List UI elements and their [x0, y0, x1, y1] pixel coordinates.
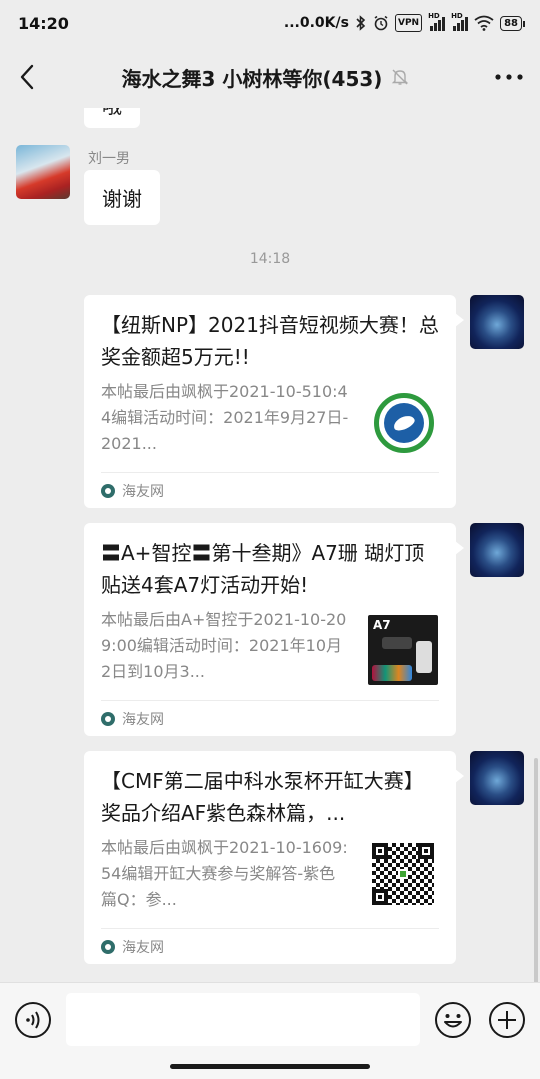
card-title: 【CMF第二届中科水泵杯开缸大赛】奖品介绍AF紫色森林篇，... — [101, 769, 424, 825]
status-icons: ...0.0K/s VPN HD HD 88 — [283, 12, 525, 32]
card-title: 【纽斯NP】2021抖音短视频大赛！总奖金额超5万元!! — [101, 313, 439, 369]
voice-button[interactable] — [14, 1001, 52, 1039]
card-divider — [101, 700, 439, 701]
card-title: 〓A+智控〓第十叁期》A7珊 瑚灯顶贴送4套A7灯活动开始! — [101, 541, 425, 597]
avatar[interactable] — [16, 145, 70, 199]
card-thumbnail — [374, 393, 434, 453]
card-description: 本帖最后由飒枫于2021-10-1609:54编辑开缸大赛参与奖解答-紫色篇Q：… — [101, 838, 348, 909]
message-timestamp: 14:18 — [249, 251, 291, 267]
sender-name: 刘一男 — [88, 151, 130, 167]
scrollbar[interactable] — [534, 758, 538, 982]
link-card[interactable]: 【CMF第二届中科水泵杯开缸大赛】奖品介绍AF紫色森林篇，... 本帖最后由飒枫… — [84, 751, 464, 964]
card-source: 海友网 — [101, 709, 164, 729]
link-card[interactable]: 【纽斯NP】2021抖音短视频大赛！总奖金额超5万元!! 本帖最后由飒枫于202… — [84, 295, 464, 508]
card-divider — [101, 472, 439, 473]
chat-header: 海水之舞3 小树林等你(453) — [0, 46, 540, 108]
card-description: 本帖最后由A+智控于2021-10-209:00编辑活动时间：2021年10月2… — [101, 610, 347, 681]
bluetooth-icon — [355, 14, 367, 32]
emoji-button[interactable] — [434, 1001, 472, 1039]
card-description: 本帖最后由飒枫于2021-10-510:44编辑活动时间：2021年9月27日-… — [101, 382, 349, 453]
input-bar — [0, 982, 540, 1079]
card-thumbnail: A7 — [368, 615, 438, 685]
qr-code-icon — [372, 843, 434, 905]
avatar[interactable] — [470, 751, 524, 805]
message-input[interactable] — [66, 993, 420, 1046]
home-indicator[interactable] — [170, 1064, 370, 1069]
network-speed: ...0.0K/s — [283, 15, 349, 31]
card-source-label: 海友网 — [122, 712, 164, 728]
card-source-label: 海友网 — [122, 940, 164, 956]
battery-icon: 88 — [500, 15, 525, 31]
back-arrow-icon — [20, 64, 34, 90]
back-button[interactable] — [0, 46, 54, 108]
alarm-icon — [373, 14, 389, 32]
card-divider — [101, 928, 439, 929]
chat-title: 海水之舞3 小树林等你(453) — [121, 66, 383, 91]
signal-icon: HD — [451, 12, 469, 31]
card-source-label: 海友网 — [122, 484, 164, 500]
card-source: 海友网 — [101, 937, 164, 957]
status-bar: 14:20 ...0.0K/s VPN HD HD 88 — [0, 0, 540, 46]
plus-button[interactable] — [488, 1001, 526, 1039]
signal-icon: HD — [428, 12, 446, 31]
source-app-icon — [101, 712, 115, 726]
status-time: 14:20 — [18, 13, 69, 33]
message-text: 谢谢 — [102, 187, 142, 211]
avatar[interactable] — [470, 523, 524, 577]
chat-messages[interactable]: 哦 刘一男 谢谢 14:18 【纽斯NP】2021抖音短视频大赛！总奖金额超5万… — [0, 108, 540, 982]
source-app-icon — [101, 940, 115, 954]
vpn-icon: VPN — [394, 14, 423, 32]
mute-bell-icon — [392, 69, 409, 85]
fish-logo-icon — [391, 412, 417, 434]
link-card[interactable]: 〓A+智控〓第十叁期》A7珊 瑚灯顶贴送4套A7灯活动开始! 本帖最后由A+智控… — [84, 523, 464, 736]
voice-icon — [15, 1002, 51, 1038]
card-source: 海友网 — [101, 481, 164, 501]
wifi-icon — [474, 14, 494, 32]
source-app-icon — [101, 484, 115, 498]
message-bubble[interactable]: 哦 — [84, 108, 140, 128]
message-bubble[interactable]: 谢谢 — [84, 170, 160, 225]
avatar[interactable] — [470, 295, 524, 349]
emoji-icon — [435, 1002, 471, 1038]
thumbnail-label: A7 — [373, 618, 391, 632]
more-button[interactable] — [478, 46, 540, 108]
plus-icon — [489, 1002, 525, 1038]
message-text: 哦 — [102, 108, 122, 119]
more-icon — [495, 74, 523, 80]
